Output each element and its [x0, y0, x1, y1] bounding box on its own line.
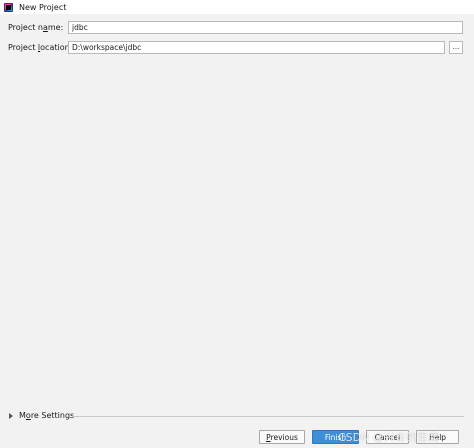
more-settings-toggle[interactable]: More Settings	[9, 411, 74, 420]
app-logo-icon	[4, 2, 13, 12]
new-project-dialog: New Project Project name: jdbc Project l…	[0, 0, 474, 448]
more-settings-divider	[72, 416, 464, 417]
triangle-right-icon	[9, 412, 13, 419]
help-button[interactable]: Help	[416, 430, 459, 444]
window-title: New Project	[19, 2, 67, 12]
browse-button[interactable]: ...	[449, 41, 463, 54]
project-location-input[interactable]: D:\workspace\jdbc	[68, 41, 445, 54]
dialog-button-bar: Previous Finish Cancel Help	[0, 424, 474, 448]
finish-button[interactable]: Finish	[312, 430, 359, 444]
project-location-label: Project location:	[8, 43, 73, 52]
project-name-input[interactable]: jdbc	[68, 21, 463, 34]
project-name-row: Project name: jdbc	[8, 21, 463, 34]
title-bar: New Project	[0, 0, 474, 14]
previous-button[interactable]: Previous	[259, 430, 305, 444]
more-settings-label: More Settings	[19, 411, 75, 420]
project-name-label: Project name:	[8, 23, 64, 32]
project-location-row: Project location: D:\workspace\jdbc ...	[8, 41, 463, 54]
cancel-button[interactable]: Cancel	[366, 430, 409, 444]
